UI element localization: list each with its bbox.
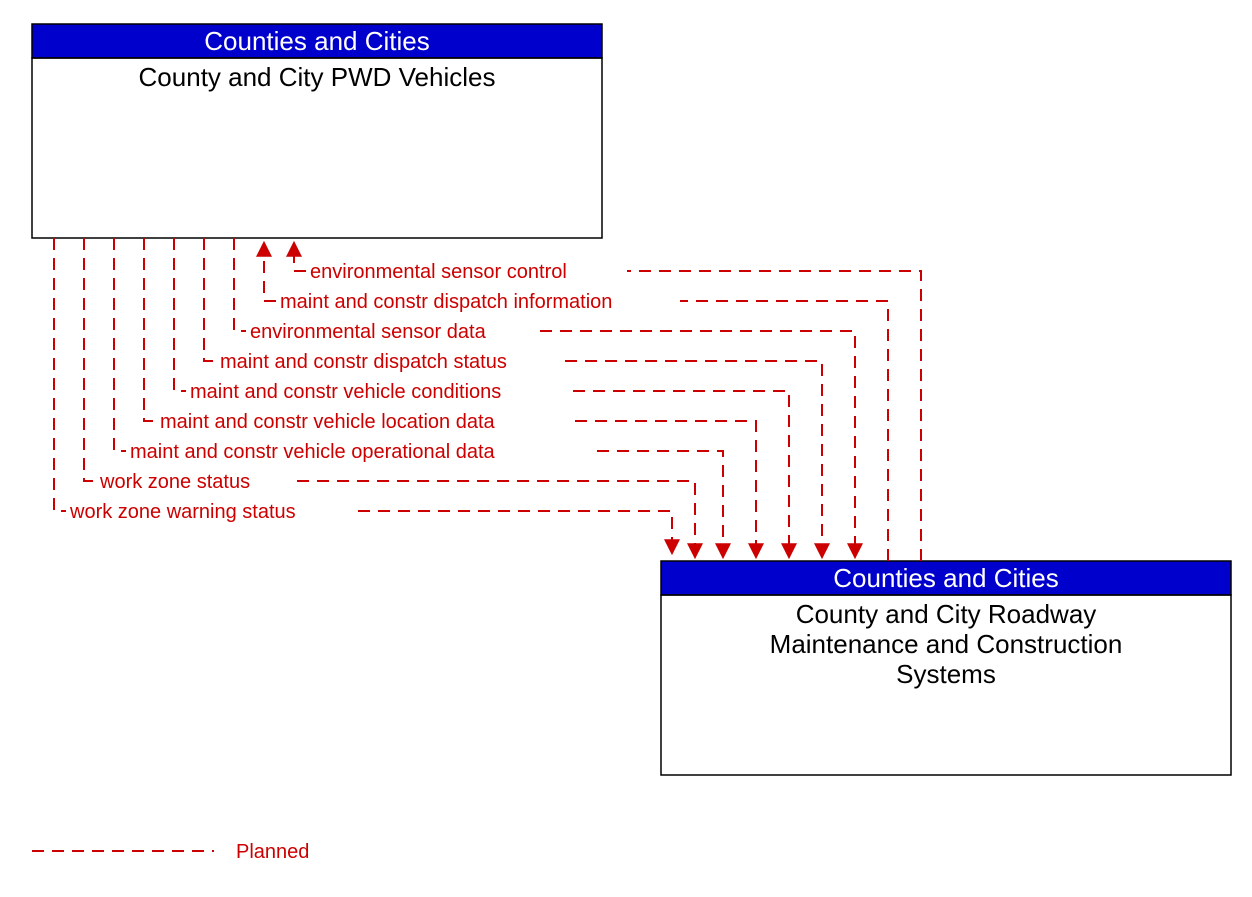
flow-label: environmental sensor control (310, 261, 567, 283)
architecture-diagram: Counties and Cities County and City PWD … (0, 0, 1252, 897)
legend-label: Planned (236, 841, 309, 863)
legend: Planned (32, 841, 309, 863)
box-bottom-header: Counties and Cities (833, 563, 1058, 593)
flow-label: maint and constr dispatch information (280, 291, 612, 313)
flow-label: work zone warning status (69, 501, 296, 523)
box-bottom: Counties and Cities County and City Road… (661, 561, 1231, 775)
box-bottom-body-1: County and City Roadway (796, 599, 1097, 629)
flow-label: work zone status (99, 471, 250, 493)
flow-label: maint and constr dispatch status (220, 351, 507, 373)
box-bottom-body-2: Maintenance and Construction (770, 629, 1123, 659)
flow-label: maint and constr vehicle operational dat… (130, 441, 496, 463)
box-bottom-body-3: Systems (896, 659, 996, 689)
box-top-body: County and City PWD Vehicles (139, 62, 496, 92)
flow-label: maint and constr vehicle location data (160, 411, 496, 433)
flow-label: maint and constr vehicle conditions (190, 381, 501, 403)
box-top-header: Counties and Cities (204, 26, 429, 56)
flow-label: environmental sensor data (250, 321, 487, 343)
box-top: Counties and Cities County and City PWD … (32, 24, 602, 238)
